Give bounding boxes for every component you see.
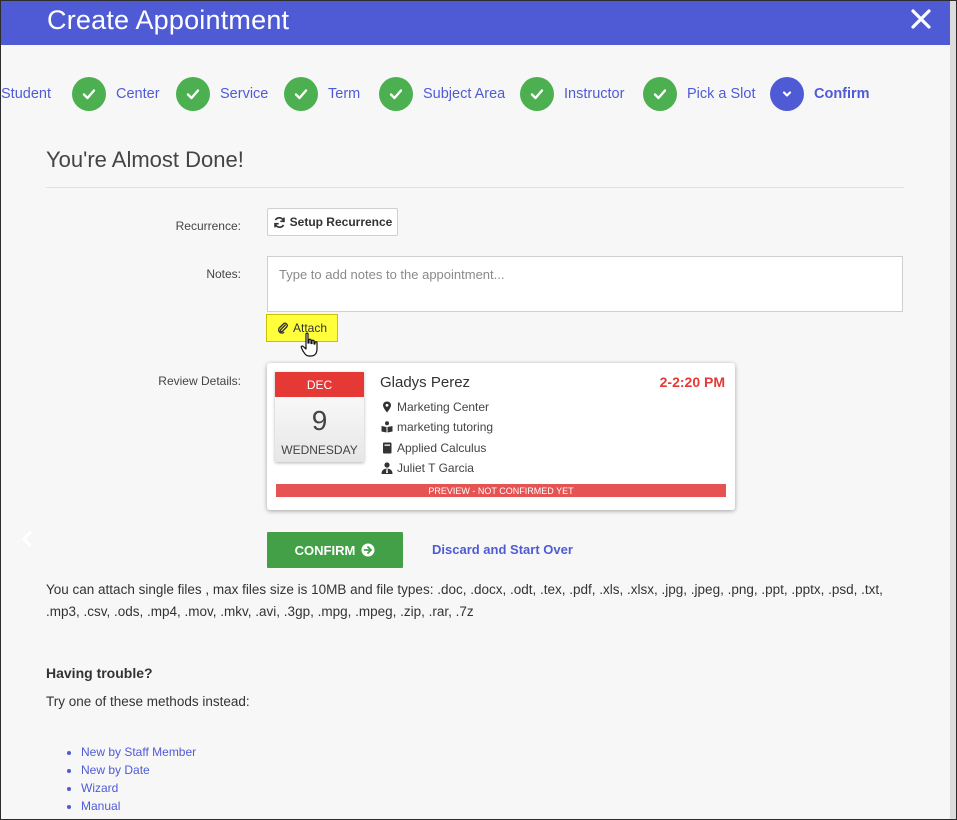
calendar-weekday: WEDNESDAY [281, 443, 358, 457]
instructor-name: Juliet T Garcia [397, 461, 474, 475]
book-reader-icon [381, 421, 393, 433]
check-icon [284, 77, 318, 111]
preview-status-bar: PREVIEW - NOT CONFIRMED YET [276, 484, 726, 497]
method-link-staff-member[interactable]: New by Staff Member [81, 743, 196, 761]
step-label: Pick a Slot [687, 86, 756, 102]
divider [46, 187, 904, 188]
notes-textarea[interactable] [267, 256, 903, 312]
modal-header: Create Appointment [1, 1, 950, 45]
user-tie-icon [381, 462, 393, 474]
step-label: Confirm [814, 86, 870, 102]
step-confirm[interactable]: Confirm [770, 73, 870, 115]
file-types-info: You can attach single files , max files … [46, 582, 883, 619]
step-label: Term [328, 86, 361, 102]
step-center[interactable]: Center [72, 73, 160, 115]
instructor-row: Juliet T Garcia [381, 461, 474, 475]
appointment-time: 2-2:20 PM [659, 374, 725, 390]
step-label: Instructor [564, 86, 625, 102]
step-service[interactable]: Service [176, 73, 268, 115]
wizard-steps: Student Center Service Term Subject Area [1, 73, 950, 115]
step-subject-area[interactable]: Subject Area [379, 73, 505, 115]
check-icon [72, 77, 106, 111]
center-row: Marketing Center [381, 400, 489, 414]
confirm-label: CONFIRM [294, 542, 356, 558]
step-term[interactable]: Term [284, 73, 360, 115]
check-icon [379, 77, 413, 111]
map-marker-icon [383, 401, 391, 413]
calendar-month: DEC [275, 372, 364, 397]
subject-row: Applied Calculus [381, 441, 486, 455]
alternative-methods-list: New by Staff Member New by Date Wizard M… [64, 743, 196, 815]
appointment-preview-card: DEC 9 WEDNESDAY Gladys Perez 2-2:20 PM M… [267, 363, 735, 510]
step-label: Center [116, 86, 160, 102]
discard-link[interactable]: Discard and Start Over [432, 542, 573, 557]
review-details-label: Review Details: [158, 374, 241, 388]
check-icon [520, 77, 554, 111]
recurrence-label: Recurrence: [175, 219, 241, 233]
service-name: marketing tutoring [397, 420, 494, 434]
paperclip-icon [278, 322, 288, 334]
calendar-badge: DEC 9 WEDNESDAY [275, 372, 364, 462]
step-label: Student [1, 86, 51, 102]
setup-recurrence-label: Setup Recurrence [289, 215, 393, 229]
modal-frame: Create Appointment Student Center Servic… [0, 0, 957, 820]
method-link-manual[interactable]: Manual [81, 797, 196, 815]
book-icon [383, 442, 392, 454]
notes-label: Notes: [206, 267, 241, 281]
step-label: Service [220, 86, 269, 102]
step-instructor[interactable]: Instructor [520, 73, 624, 115]
step-pick-a-slot[interactable]: Pick a Slot [643, 73, 756, 115]
setup-recurrence-button[interactable]: Setup Recurrence [267, 208, 398, 236]
subject-name: Applied Calculus [397, 441, 487, 455]
method-link-by-date[interactable]: New by Date [81, 761, 196, 779]
page-title: You're Almost Done! [46, 147, 244, 172]
center-name: Marketing Center [397, 400, 490, 414]
check-icon [176, 77, 210, 111]
check-icon [643, 77, 677, 111]
hand-cursor-icon [300, 332, 318, 357]
calendar-day: 9 [311, 405, 328, 436]
trouble-heading: Having trouble? [46, 665, 153, 681]
chevron-down-icon [770, 77, 804, 111]
chevron-left-icon[interactable] [21, 531, 33, 547]
close-icon[interactable] [909, 7, 933, 31]
confirm-button[interactable]: CONFIRM [267, 532, 403, 568]
step-student[interactable]: Student [1, 73, 51, 115]
service-row: marketing tutoring [381, 420, 493, 434]
refresh-icon [273, 216, 285, 228]
arrow-circle-right-icon [361, 543, 375, 557]
student-name: Gladys Perez [380, 374, 471, 391]
modal-title: Create Appointment [47, 5, 290, 35]
step-label: Subject Area [423, 86, 506, 102]
method-link-wizard[interactable]: Wizard [81, 779, 196, 797]
scrollbar[interactable] [950, 1, 956, 819]
trouble-subtext: Try one of these methods instead: [46, 694, 250, 709]
